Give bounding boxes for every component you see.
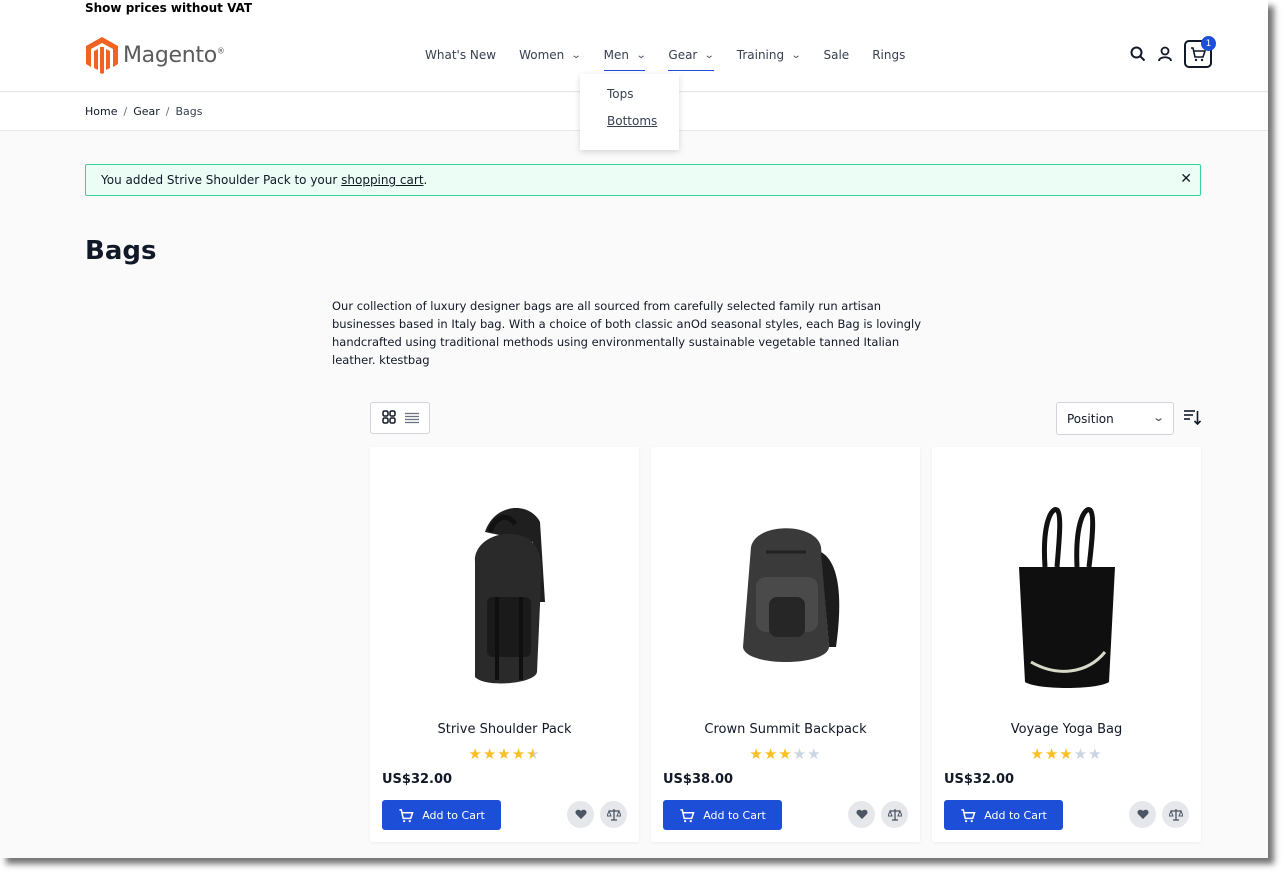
product-image[interactable]: [962, 477, 1171, 717]
product-price: US$32.00: [944, 772, 1015, 787]
cart-count-badge: 1: [1201, 36, 1216, 51]
vat-toggle-bar: Show prices without VAT: [0, 0, 1268, 18]
add-to-cart-button[interactable]: Add to Cart: [944, 800, 1063, 830]
category-description: Our collection of luxury designer bags a…: [332, 299, 922, 367]
chevron-down-icon: ⌄: [704, 49, 716, 61]
chevron-down-icon: ⌄: [571, 49, 582, 61]
product-name[interactable]: Voyage Yoga Bag: [932, 722, 1201, 737]
product-card: Crown Summit Backpack ★★★★★ US$38.00 Add…: [651, 447, 920, 842]
product-rating: ★★★★★: [468, 745, 541, 763]
success-message-text: You added Strive Shoulder Pack to your s…: [101, 173, 428, 187]
shopping-cart-link[interactable]: shopping cart: [341, 173, 423, 187]
main-navigation: What's New Women ⌄ Men ⌄ Gear ⌄ Training ⌄ S…: [425, 45, 928, 71]
sort-direction-icon[interactable]: [1183, 408, 1202, 426]
product-name[interactable]: Crown Summit Backpack: [651, 722, 920, 737]
view-mode-switcher: [370, 402, 430, 434]
sort-by-select[interactable]: Position ⌄: [1056, 402, 1174, 435]
nav-item-gear[interactable]: Gear ⌄: [668, 45, 716, 71]
product-price: US$32.00: [382, 772, 453, 787]
compare-icon[interactable]: [600, 801, 627, 828]
vat-toggle-label[interactable]: Show prices without VAT: [85, 1, 252, 15]
page-title: Bags: [85, 236, 157, 266]
submenu-item-bottoms[interactable]: Bottoms: [607, 114, 657, 128]
nav-item-men[interactable]: Men ⌄: [603, 45, 647, 71]
breadcrumb: Home / Gear / Bags: [85, 105, 203, 118]
product-rating: ★★★★★: [1030, 745, 1103, 763]
breadcrumb-home[interactable]: Home: [85, 105, 117, 118]
magento-logo-icon: [86, 37, 118, 74]
breadcrumb-separator: /: [165, 105, 170, 118]
add-to-cart-button[interactable]: Add to Cart: [382, 800, 501, 830]
product-price: US$38.00: [663, 772, 734, 787]
sort-by-value: Position: [1067, 412, 1114, 426]
account-icon[interactable]: [1155, 44, 1175, 64]
compare-icon[interactable]: [1162, 801, 1189, 828]
nav-item-training[interactable]: Training ⌄: [737, 45, 802, 65]
cart-icon: [680, 808, 695, 822]
heart-icon[interactable]: [567, 801, 594, 828]
submenu-item-tops[interactable]: Tops: [607, 87, 634, 101]
product-card: Voyage Yoga Bag ★★★★★ US$32.00 Add to Ca…: [932, 447, 1201, 842]
heart-icon[interactable]: [848, 801, 875, 828]
nav-item-whats-new[interactable]: What's New: [425, 45, 496, 65]
breadcrumb-current: Bags: [175, 105, 203, 118]
chevron-down-icon: ⌄: [1151, 411, 1165, 424]
product-image[interactable]: [681, 477, 890, 717]
logo-wordmark: Magento®: [123, 42, 225, 68]
search-icon[interactable]: [1128, 44, 1148, 64]
chevron-down-icon: ⌄: [790, 49, 802, 61]
add-to-cart-button[interactable]: Add to Cart: [663, 800, 782, 830]
product-image[interactable]: [400, 477, 609, 717]
product-rating: ★★★★★: [749, 745, 822, 763]
breadcrumb-gear[interactable]: Gear: [133, 105, 160, 118]
site-logo[interactable]: Magento®: [85, 35, 225, 75]
nav-item-sale[interactable]: Sale: [824, 45, 850, 65]
minicart-button[interactable]: 1: [1184, 36, 1216, 68]
header-actions: 1: [1128, 36, 1216, 68]
cart-icon: [399, 808, 414, 822]
heart-icon[interactable]: [1129, 801, 1156, 828]
close-icon[interactable]: ✕: [1180, 171, 1192, 187]
compare-icon[interactable]: [881, 801, 908, 828]
chevron-down-icon: ⌄: [635, 49, 647, 61]
grid-view-icon[interactable]: [381, 409, 396, 428]
nav-item-women[interactable]: Women ⌄: [519, 45, 582, 65]
list-view-icon[interactable]: [404, 409, 419, 428]
success-message: You added Strive Shoulder Pack to your s…: [85, 164, 1201, 196]
nav-item-rings[interactable]: Rings: [872, 45, 905, 65]
product-card: Strive Shoulder Pack ★★★★★ US$32.00 Add …: [370, 447, 639, 842]
breadcrumb-separator: /: [123, 105, 128, 118]
browser-viewport: Show prices without VAT Magento® What's …: [0, 0, 1268, 858]
product-name[interactable]: Strive Shoulder Pack: [370, 722, 639, 737]
cart-icon: [961, 808, 976, 822]
men-submenu: Tops Bottoms: [580, 74, 679, 150]
